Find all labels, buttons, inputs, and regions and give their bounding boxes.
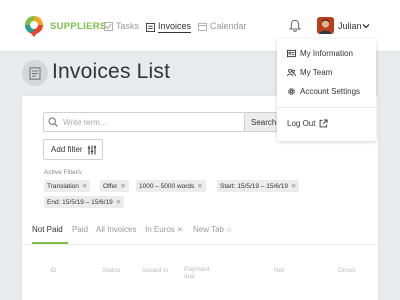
close-icon[interactable]: ✕ <box>116 199 121 206</box>
nav-invoices-label: Invoices <box>158 21 192 33</box>
page-title: Invoices List <box>52 60 171 83</box>
active-filters-label: Active Filters: <box>44 169 84 176</box>
tab-new-tab-label: New Tab <box>193 225 224 234</box>
external-link-icon <box>320 119 329 128</box>
user-dropdown-menu: My Information My Team Account Settings … <box>277 39 376 141</box>
nav-tasks[interactable]: Tasks <box>104 21 139 31</box>
column-header-net[interactable]: Net <box>274 267 284 274</box>
menu-item-log-out[interactable]: Log Out <box>287 119 329 128</box>
invoice-icon <box>146 22 155 32</box>
column-header-issued-in[interactable]: Issued in <box>142 267 176 274</box>
chevron-down-icon[interactable] <box>362 22 370 30</box>
close-icon[interactable]: ✕ <box>291 183 296 190</box>
user-name[interactable]: Julian <box>338 21 362 31</box>
menu-item-label: Account Settings <box>300 87 361 96</box>
filter-chip: Translation ✕ <box>44 180 91 192</box>
tab-not-paid[interactable]: Not Paid <box>32 225 63 234</box>
filter-chip: End: 15/5/19 – 15/6/19 ✕ <box>44 196 125 208</box>
tab-in-euros[interactable]: In Euros ✕ <box>145 225 183 234</box>
filter-chip-label: Offer <box>103 183 118 190</box>
check-square-icon <box>104 21 113 31</box>
search-icon <box>48 117 58 127</box>
avatar-image <box>317 17 334 34</box>
tab-paid[interactable]: Paid <box>72 225 88 234</box>
add-filter-button[interactable]: Add filter <box>43 139 103 160</box>
filter-chip-label: Translation <box>47 183 79 190</box>
filter-chip: Start: 15/5/19 – 15/6/19 ✕ <box>217 180 300 192</box>
menu-item-label: My Team <box>300 68 333 77</box>
menu-item-account-settings[interactable]: Account Settings <box>287 87 360 96</box>
column-header-gross[interactable]: Gross <box>338 267 355 274</box>
filter-chip: Offer ✕ <box>100 180 129 192</box>
calendar-icon <box>198 22 207 31</box>
search-input[interactable] <box>63 117 233 127</box>
nav-invoices[interactable]: Invoices <box>146 21 192 33</box>
nav-calendar-label: Calendar <box>210 21 247 31</box>
nav-tasks-label: Tasks <box>116 21 140 31</box>
sliders-icon <box>87 145 96 154</box>
gear-icon <box>288 88 295 95</box>
column-header-status[interactable]: Status <box>102 267 120 274</box>
filter-chip-label: Start: 15/5/19 – 15/6/19 <box>220 183 288 190</box>
active-tab-indicator <box>32 242 68 244</box>
column-header-payment-due[interactable]: Payment due <box>184 266 218 280</box>
column-header-id[interactable]: ID <box>50 267 57 274</box>
brand-name: SUPPLIERS <box>50 21 107 32</box>
menu-divider <box>277 107 376 108</box>
tab-all-invoices[interactable]: All Invoices <box>96 225 136 234</box>
invoice-icon <box>29 66 41 80</box>
page-icon <box>22 60 48 86</box>
team-icon <box>287 69 296 77</box>
tabs-divider <box>22 244 378 245</box>
filter-chip-label: End: 15/5/19 – 15/6/19 <box>47 199 113 206</box>
menu-item-label: Log Out <box>287 119 316 128</box>
filter-chip-label: 1000 – 5000 words <box>139 183 195 190</box>
menu-item-my-team[interactable]: My Team <box>287 68 332 77</box>
close-icon[interactable]: ✕ <box>82 183 87 190</box>
nav-calendar[interactable]: Calendar <box>198 21 247 31</box>
avatar[interactable] <box>317 17 334 34</box>
bell-icon[interactable] <box>289 19 301 32</box>
close-icon[interactable]: ✕ <box>120 183 125 190</box>
suppliers-logo-icon[interactable] <box>24 15 44 37</box>
menu-item-my-information[interactable]: My Information <box>287 49 353 58</box>
tab-new-tab[interactable]: New Tab ☆ <box>193 225 232 234</box>
filter-chip: 1000 – 5000 words ✕ <box>136 180 206 192</box>
tab-in-euros-label: In Euros <box>145 225 175 234</box>
menu-item-label: My Information <box>300 49 353 58</box>
close-icon[interactable]: ✕ <box>197 183 202 190</box>
search-box <box>43 112 245 132</box>
close-icon[interactable]: ✕ <box>177 227 183 234</box>
add-filter-label: Add filter <box>51 145 83 154</box>
id-card-icon <box>287 49 296 58</box>
pin-icon[interactable]: ☆ <box>226 227 232 234</box>
